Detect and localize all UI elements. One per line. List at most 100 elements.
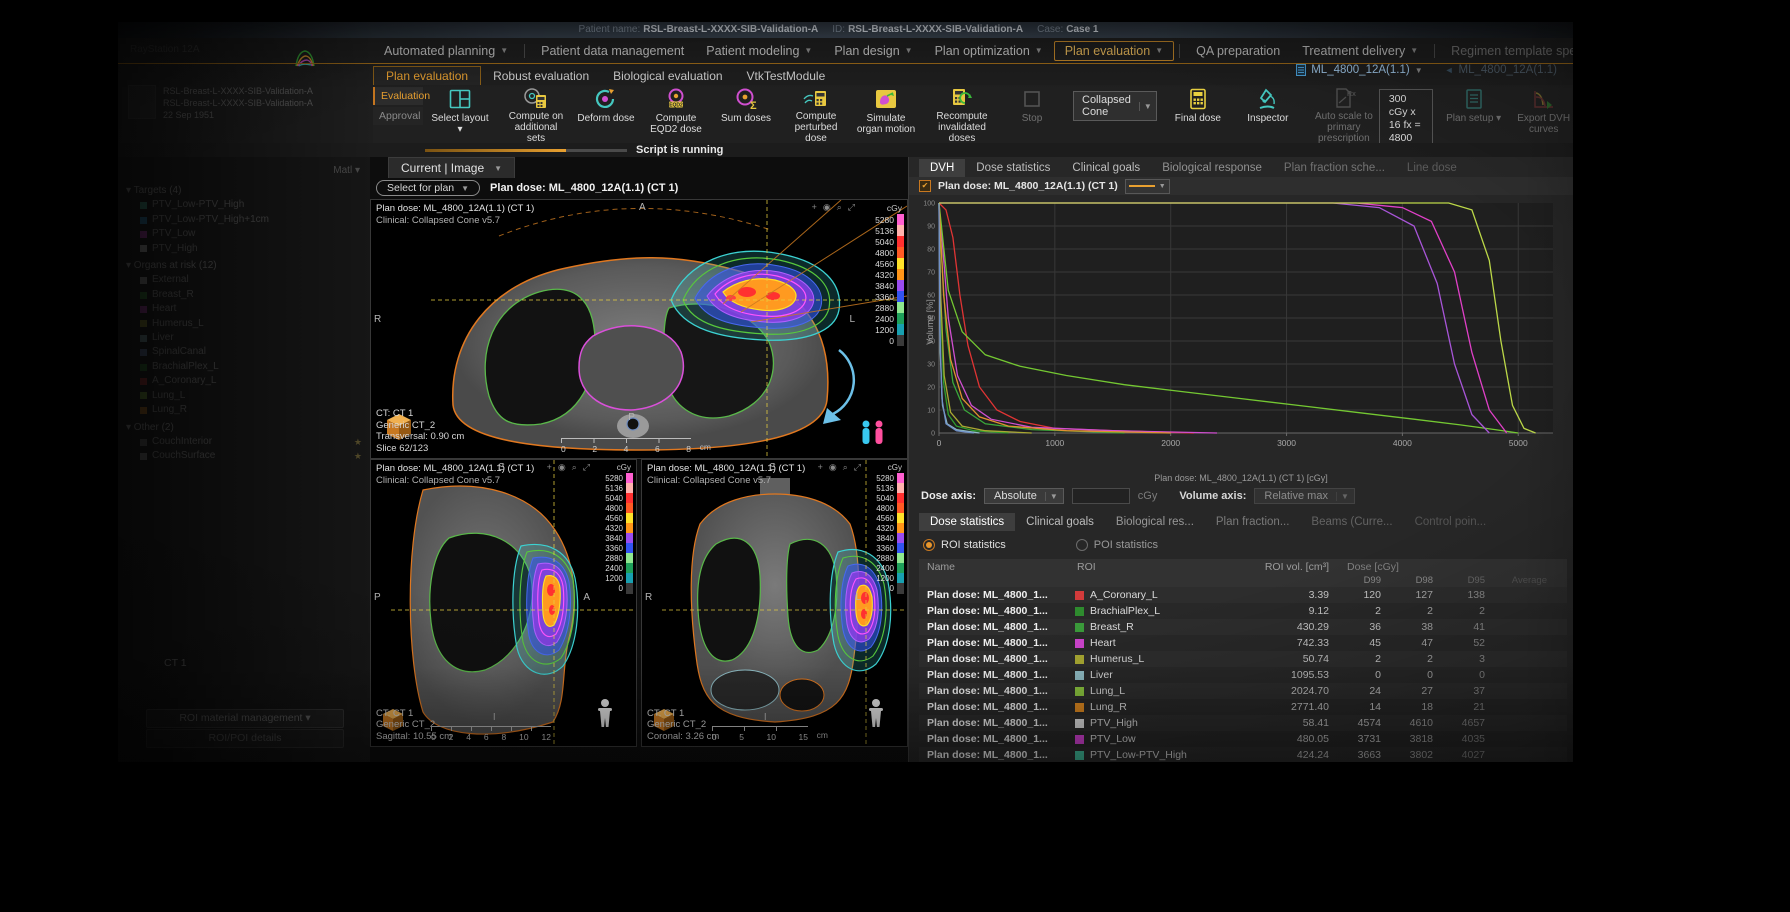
expand-icon[interactable]: ⤢: [848, 202, 855, 213]
stats-tab-beams-curre[interactable]: Beams (Curre...: [1300, 513, 1403, 531]
viewport-coronal[interactable]: Plan dose: ML_4800_12A(1.1) (CT 1)Clinic…: [641, 459, 908, 747]
stats-tab-control-poin[interactable]: Control poin...: [1404, 513, 1498, 531]
menu-item-qa-preparation[interactable]: QA preparation: [1185, 41, 1291, 61]
table-row-ptv-high[interactable]: Plan dose: ML_4800_1...PTV_High58.414574…: [919, 715, 1567, 731]
sidebar-item-humerus-l[interactable]: Humerus_L: [126, 317, 362, 331]
panel-tab-line-dose[interactable]: Line dose: [1396, 159, 1468, 177]
pan-icon[interactable]: ◉: [829, 462, 837, 473]
sidebar-item-ptv-low[interactable]: PTV_Low: [126, 227, 362, 241]
deform-dose-button[interactable]: Deform dose: [571, 85, 641, 143]
volume-axis-dropdown[interactable]: Relative max ▼: [1254, 488, 1355, 504]
viewport-transversal[interactable]: Plan dose: ML_4800_12A(1.1) (CT 1)Clinic…: [370, 199, 908, 459]
table-row-heart[interactable]: Plan dose: ML_4800_1...Heart742.33454752: [919, 635, 1567, 651]
dose-engine-dropdown[interactable]: Collapsed Cone▼: [1073, 91, 1157, 121]
recompute-invalidated-doses-button[interactable]: Recompute invalidated doses: [927, 85, 997, 143]
colorbar-swatch: [897, 269, 904, 280]
sidebar-item-ptv-high[interactable]: PTV_High: [126, 242, 362, 256]
viewport-sagittal[interactable]: Plan dose: ML_4800_12A(1.1) (CT 1)Clinic…: [370, 459, 637, 747]
ribbon-tab-evaluation[interactable]: Evaluation: [373, 87, 423, 105]
roi-group-other-2[interactable]: ▾ Other (2): [126, 421, 362, 435]
menu-item-plan-design[interactable]: Plan design▼: [823, 41, 923, 61]
roi-label: PTV_Low-PTV_High: [152, 198, 244, 212]
table-row-lung-l[interactable]: Plan dose: ML_4800_1...Lung_L2024.702427…: [919, 683, 1567, 699]
examination-label[interactable]: CT 1: [164, 657, 187, 669]
table-row-ptv-low-ptv-high[interactable]: Plan dose: ML_4800_1...PTV_Low-PTV_High4…: [919, 747, 1567, 762]
stats-tab-biological-res[interactable]: Biological res...: [1105, 513, 1205, 531]
sidebar-item-a-coronary-l[interactable]: A_Coronary_L: [126, 374, 362, 388]
pan-icon[interactable]: ◉: [558, 462, 566, 473]
compute-perturbed-dose-button[interactable]: Compute perturbed dose: [781, 85, 851, 143]
sidebar-item-lung-r[interactable]: Lung_R: [126, 403, 362, 417]
line-style-dropdown[interactable]: ▼: [1125, 179, 1170, 194]
sum-doses-button[interactable]: ΣSum doses: [711, 85, 781, 143]
select-for-plan-button[interactable]: Select for plan ▼: [376, 180, 480, 196]
zoom-icon[interactable]: ⌕: [572, 462, 577, 473]
dose-axis-dropdown[interactable]: Absolute ▼: [984, 488, 1064, 504]
sidebar-item-lung-l[interactable]: Lung_L: [126, 389, 362, 403]
roi-material-management-button[interactable]: ROI material management ▾: [146, 709, 344, 728]
panel-tab-dose-statistics[interactable]: Dose statistics: [965, 159, 1061, 177]
expand-icon[interactable]: ⤢: [583, 462, 590, 473]
dose-value-input[interactable]: [1072, 488, 1130, 504]
panel-tab-biological-response[interactable]: Biological response: [1151, 159, 1273, 177]
sidebar-item-ptv-low-ptv-high[interactable]: PTV_Low-PTV_High: [126, 198, 362, 212]
table-row-a-coronary-l[interactable]: Plan dose: ML_4800_1...A_Coronary_L3.391…: [919, 587, 1567, 603]
menu-item-plan-optimization[interactable]: Plan optimization▼: [924, 41, 1054, 61]
sidebar-item-heart[interactable]: Heart: [126, 302, 362, 316]
sidebar-item-breast-r[interactable]: Breast_R: [126, 288, 362, 302]
stats-tab-plan-fraction[interactable]: Plan fraction...: [1205, 513, 1301, 531]
subtab-robust-evaluation[interactable]: Robust evaluation: [481, 67, 601, 85]
beam-icon[interactable]: +: [547, 462, 552, 473]
sidebar-item-couchsurface[interactable]: CouchSurface★: [126, 449, 362, 463]
viewer-tab-current-image[interactable]: Current | Image ▼: [388, 157, 515, 178]
menu-item-patient-modeling[interactable]: Patient modeling▼: [695, 41, 823, 61]
panel-tab-dvh[interactable]: DVH: [919, 159, 965, 177]
menu-item-patient-data-management[interactable]: Patient data management: [530, 41, 695, 61]
panel-tab-clinical-goals[interactable]: Clinical goals: [1061, 159, 1151, 177]
roi-group-organs-at-risk-12[interactable]: ▾ Organs at risk (12): [126, 259, 362, 273]
primary-plan-selector[interactable]: ML_4800_12A(1.1) ▼: [1296, 64, 1422, 76]
beam-icon[interactable]: +: [818, 462, 823, 473]
roi-poi-details-button[interactable]: ROI/POI details: [146, 729, 344, 748]
simulate-organ-motion-button[interactable]: Simulate organ motion: [851, 85, 921, 143]
table-row-ptv-low[interactable]: Plan dose: ML_4800_1...PTV_Low480.053731…: [919, 731, 1567, 747]
table-row-lung-r[interactable]: Plan dose: ML_4800_1...Lung_R2771.401418…: [919, 699, 1567, 715]
sidebar-item-liver[interactable]: Liver: [126, 331, 362, 345]
beam-icon[interactable]: +: [812, 202, 817, 213]
ribbon-tab-approval[interactable]: Approval: [373, 107, 423, 125]
subtab-biological-evaluation[interactable]: Biological evaluation: [601, 67, 734, 85]
stats-tab-dose-statistics[interactable]: Dose statistics: [919, 513, 1015, 531]
final-dose-button[interactable]: Final dose: [1163, 85, 1233, 143]
sidebar-item-external[interactable]: External: [126, 273, 362, 287]
secondary-plan-selector[interactable]: ◄ ML_4800_12A(1.1): [1445, 64, 1557, 76]
subtab-vtktestmodule[interactable]: VtkTestModule: [735, 67, 838, 85]
panel-tab-plan-fraction-sche[interactable]: Plan fraction sche...: [1273, 159, 1396, 177]
pan-icon[interactable]: ◉: [823, 202, 831, 213]
subtab-plan-evaluation[interactable]: Plan evaluation: [373, 66, 481, 85]
sidebar-item-spinalcanal[interactable]: SpinalCanal: [126, 345, 362, 359]
table-row-humerus-l[interactable]: Plan dose: ML_4800_1...Humerus_L50.74223: [919, 651, 1567, 667]
menu-item-plan-evaluation[interactable]: Plan evaluation▼: [1054, 41, 1174, 61]
roi-statistics-radio[interactable]: ROI statistics: [923, 539, 1006, 551]
expand-icon[interactable]: ⤢: [854, 462, 861, 473]
roi-filter-label[interactable]: Matl ▾: [333, 165, 360, 176]
poi-statistics-radio[interactable]: POI statistics: [1076, 539, 1158, 551]
inspector-button[interactable]: Inspector: [1233, 85, 1303, 143]
sidebar-item-couchinterior[interactable]: CouchInterior★: [126, 435, 362, 449]
table-row-brachialplex-l[interactable]: Plan dose: ML_4800_1...BrachialPlex_L9.1…: [919, 603, 1567, 619]
compute-eqd2-dose-button[interactable]: EQD2Compute EQD2 dose: [641, 85, 711, 143]
stats-tab-clinical-goals[interactable]: Clinical goals: [1015, 513, 1105, 531]
zoom-icon[interactable]: ⌕: [837, 202, 842, 213]
sidebar-item-ptv-low-ptv-high-1cm[interactable]: PTV_Low-PTV_High+1cm: [126, 213, 362, 227]
menu-item-treatment-delivery[interactable]: Treatment delivery▼: [1291, 41, 1429, 61]
select-layout-button[interactable]: Select layout ▾: [425, 85, 495, 143]
table-row-liver[interactable]: Plan dose: ML_4800_1...Liver1095.53000: [919, 667, 1567, 683]
zoom-icon[interactable]: ⌕: [843, 462, 848, 473]
menu-item-regimen-template-specification[interactable]: Regimen template specification: [1440, 41, 1573, 61]
dvh-series-checkbox[interactable]: ✔: [919, 180, 931, 192]
roi-group-targets-4[interactable]: ▾ Targets (4): [126, 184, 362, 198]
menu-item-automated-planning[interactable]: Automated planning▼: [373, 41, 519, 61]
sidebar-item-brachialplex-l[interactable]: BrachialPlex_L: [126, 360, 362, 374]
table-row-breast-r[interactable]: Plan dose: ML_4800_1...Breast_R430.29363…: [919, 619, 1567, 635]
compute-on-additional-sets-button[interactable]: Compute on additional sets: [501, 85, 571, 143]
